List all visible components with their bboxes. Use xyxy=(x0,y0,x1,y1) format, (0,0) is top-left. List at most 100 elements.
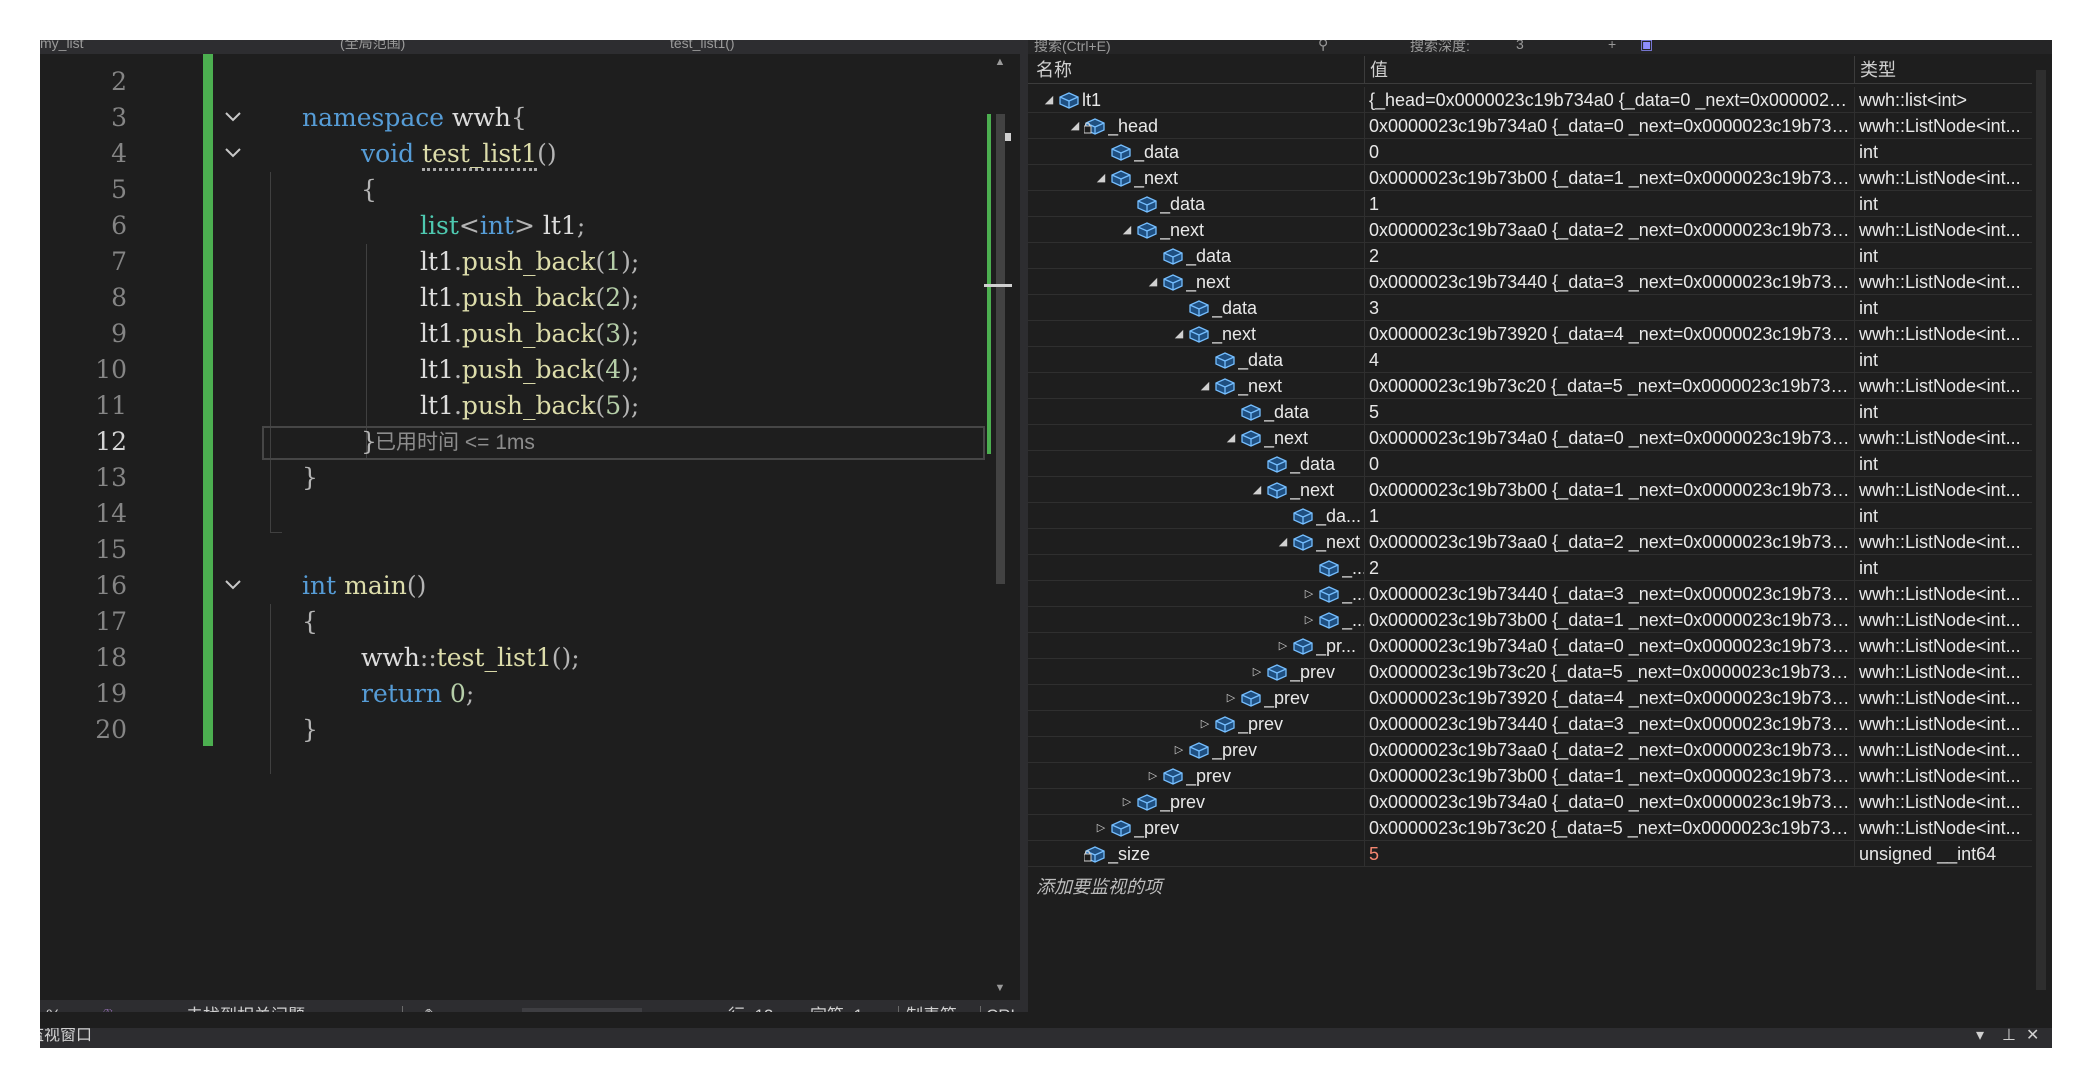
watch-row[interactable]: ◢ lt1 {_head=0x0000023c19b734a0 {_data=0 _… xyxy=(1028,87,2040,113)
bottom-panel-title[interactable]: 监视窗口 xyxy=(40,1028,92,1046)
watch-value-cell[interactable]: 0x0000023c19b73440 {_data=3 _next=0x0000… xyxy=(1364,581,1854,607)
search-depth-dropdown[interactable]: 3 xyxy=(1516,40,1524,52)
watch-scrollbar-thumb[interactable] xyxy=(2036,70,2046,990)
watch-value-cell[interactable]: 0x0000023c19b734a0 {_data=0 _next=0x0000… xyxy=(1364,789,1854,815)
watch-value-cell[interactable]: 2 xyxy=(1364,243,1854,269)
watch-row[interactable]: ◢ _head 0x0000023c19b734a0 {_data=0 _next=… xyxy=(1028,113,2040,139)
column-header-value[interactable]: 值 xyxy=(1370,56,1388,84)
watch-value-cell[interactable]: {_head=0x0000023c19b734a0 {_data=0 _next… xyxy=(1364,87,1854,113)
code-line-3[interactable]: namespace wwh{ xyxy=(302,100,527,136)
scroll-up-icon[interactable]: ▲ xyxy=(994,56,1006,68)
expand-arrow-icon[interactable]: ▷ xyxy=(1224,685,1238,711)
code-line-16[interactable]: int main() xyxy=(302,568,426,604)
watch-row[interactable]: _...2int xyxy=(1028,555,2040,581)
watch-value-cell[interactable]: 1 xyxy=(1364,503,1854,529)
watch-search-input[interactable]: 搜索(Ctrl+E) xyxy=(1034,40,1111,54)
watch-row[interactable]: ▷ _...0x0000023c19b73440 {_data=3 _next=0… xyxy=(1028,581,2040,607)
fold-toggle-namespace[interactable] xyxy=(220,100,246,136)
watch-row[interactable]: _data 1 int xyxy=(1028,191,2040,217)
scrollbar-thumb[interactable] xyxy=(996,114,1005,584)
fold-toggle-test-list1[interactable] xyxy=(220,136,246,172)
expand-arrow-icon[interactable]: ▷ xyxy=(1146,763,1160,789)
scope-dropdown[interactable]: (全局范围) xyxy=(340,40,405,50)
watch-row[interactable]: _data 0 int xyxy=(1028,139,2040,165)
code-line-13[interactable]: } xyxy=(302,460,318,496)
code-line-7[interactable]: lt1.push_back(1); xyxy=(420,244,639,280)
expand-arrow-icon[interactable]: ▷ xyxy=(1250,659,1264,685)
watch-value-cell[interactable]: 3 xyxy=(1364,295,1854,321)
expand-arrow-icon[interactable]: ▷ xyxy=(1198,711,1212,737)
hex-display-icon[interactable]: ▣ xyxy=(1640,40,1653,53)
code-line-6[interactable]: list<int> lt1; xyxy=(420,208,585,244)
code-line-17[interactable]: { xyxy=(302,604,318,640)
watch-value-cell[interactable]: 0x0000023c19b73c20 {_data=5 _next=0x0000… xyxy=(1364,659,1854,685)
watch-value-cell[interactable]: 0 xyxy=(1364,139,1854,165)
char-indicator[interactable]: 字符: 1 xyxy=(810,1000,863,1012)
column-header-type[interactable]: 类型 xyxy=(1860,56,1896,84)
scroll-down-icon[interactable]: ▼ xyxy=(994,982,1006,994)
watch-value-cell[interactable]: 0x0000023c19b73920 {_data=4 _next=0x0000… xyxy=(1364,685,1854,711)
watch-row[interactable]: ◢ _next 0x0000023c19b73440 {_data=3 _next=… xyxy=(1028,269,2040,295)
watch-row[interactable]: ◢ _next 0x0000023c19b73aa0 {_data=2 _next=… xyxy=(1028,217,2040,243)
watch-value-cell[interactable]: 0x0000023c19b73b00 {_data=1 _next=0x0000… xyxy=(1364,477,1854,503)
watch-row[interactable]: ◢ _next 0x0000023c19b73b00 {_data=1 _next=… xyxy=(1028,477,2040,503)
watch-value-cell[interactable]: 0x0000023c19b73b00 {_data=1 _next=0x0000… xyxy=(1364,763,1854,789)
pin-icon[interactable]: ⊥ xyxy=(2002,1028,2016,1046)
collapse-arrow-icon[interactable]: ◢ xyxy=(1172,321,1186,347)
expand-arrow-icon[interactable]: ▷ xyxy=(1120,789,1134,815)
watch-row[interactable]: _data 3 int xyxy=(1028,295,2040,321)
watch-value-cell[interactable]: 4 xyxy=(1364,347,1854,373)
code-line-11[interactable]: lt1.push_back(5); xyxy=(420,388,639,424)
expand-arrow-icon[interactable]: ▷ xyxy=(1172,737,1186,763)
code-line-18[interactable]: wwh::test_list1(); xyxy=(361,640,580,676)
collapse-arrow-icon[interactable]: ◢ xyxy=(1042,87,1056,113)
watch-value-cell[interactable]: 0x0000023c19b734a0 {_data=0 _next=0x0000… xyxy=(1364,633,1854,659)
watch-row[interactable]: ◢ _next 0x0000023c19b73c20 {_data=5 _next=… xyxy=(1028,373,2040,399)
watch-row[interactable]: _data 2 int xyxy=(1028,243,2040,269)
watch-row[interactable]: ◢ _next 0x0000023c19b73920 {_data=4 _next=… xyxy=(1028,321,2040,347)
watch-value-cell[interactable]: 5 xyxy=(1364,841,1854,867)
expand-arrow-icon[interactable]: ▷ xyxy=(1094,815,1108,841)
line-ending-indicator[interactable]: CRLF xyxy=(986,1000,1020,1012)
watch-row[interactable]: ◢ _next 0x0000023c19b73b00 {_data=1 _next=… xyxy=(1028,165,2040,191)
watch-value-cell[interactable]: 0x0000023c19b73440 {_data=3 _next=0x0000… xyxy=(1364,711,1854,737)
add-watch-item-input[interactable]: 添加要监视的项 xyxy=(1036,874,1162,900)
close-icon[interactable]: ✕ xyxy=(2026,1028,2039,1046)
column-resize-handle[interactable] xyxy=(1854,56,1855,84)
watch-row[interactable]: ▷ _prev 0x0000023c19b73c20 {_data=5 _next=… xyxy=(1028,815,2040,841)
watch-value-cell[interactable]: 0x0000023c19b734a0 {_data=0 _next=0x0000… xyxy=(1364,425,1854,451)
zoom-dropdown-icon[interactable]: ▾ xyxy=(84,1000,90,1012)
cleanup-brush-icon[interactable]: ✎▾ xyxy=(424,1000,447,1012)
watch-value-cell[interactable]: 0x0000023c19b73c20 {_data=5 _next=0x0000… xyxy=(1364,815,1854,841)
column-header-name[interactable]: 名称 xyxy=(1036,56,1072,84)
watch-value-cell[interactable]: 0 xyxy=(1364,451,1854,477)
zoom-level[interactable]: % xyxy=(46,1000,61,1012)
watch-value-cell[interactable]: 0x0000023c19b73aa0 {_data=2 _next=0x0000… xyxy=(1364,737,1854,763)
watch-row[interactable]: ◢ _next 0x0000023c19b73aa0 {_data=2 _next=… xyxy=(1028,529,2040,555)
watch-value-cell[interactable]: 0x0000023c19b73920 {_data=4 _next=0x0000… xyxy=(1364,321,1854,347)
watch-row[interactable]: ▷ _prev 0x0000023c19b73b00 {_data=1 _next=… xyxy=(1028,763,2040,789)
panel-splitter[interactable] xyxy=(1020,40,1028,1012)
line-indicator[interactable]: 行: 12 xyxy=(728,1000,773,1012)
watch-value-cell[interactable]: 0x0000023c19b73b00 {_data=1 _next=0x0000… xyxy=(1364,165,1854,191)
watch-row[interactable]: _size 5 unsigned __int64 xyxy=(1028,841,2040,867)
copilot-icon[interactable]: ♲ xyxy=(100,1000,115,1012)
code-line-10[interactable]: lt1.push_back(4); xyxy=(420,352,639,388)
collapse-arrow-icon[interactable]: ◢ xyxy=(1146,269,1160,295)
indent-indicator[interactable]: 制表符 xyxy=(906,1000,957,1012)
watch-value-cell[interactable]: 2 xyxy=(1364,555,1854,581)
collapse-arrow-icon[interactable]: ◢ xyxy=(1250,477,1264,503)
scroll-left-icon[interactable]: ◀ xyxy=(500,1000,509,1012)
watch-row[interactable]: _data 4 int xyxy=(1028,347,2040,373)
watch-value-cell[interactable]: 0x0000023c19b73c20 {_data=5 _next=0x0000… xyxy=(1364,373,1854,399)
watch-value-cell[interactable]: 0x0000023c19b73b00 {_data=1 _next=0x0000… xyxy=(1364,607,1854,633)
collapse-arrow-icon[interactable]: ◢ xyxy=(1224,425,1238,451)
scroll-right-icon[interactable]: ▶ xyxy=(676,1000,685,1012)
column-resize-handle[interactable] xyxy=(1364,56,1365,84)
project-dropdown[interactable]: my_list xyxy=(40,40,84,50)
code-line-19[interactable]: return 0; xyxy=(361,676,474,712)
code-line-9[interactable]: lt1.push_back(3); xyxy=(420,316,639,352)
watch-row[interactable]: ▷ _...0x0000023c19b73b00 {_data=1 _next=0… xyxy=(1028,607,2040,633)
collapse-arrow-icon[interactable]: ◢ xyxy=(1120,217,1134,243)
collapse-arrow-icon[interactable]: ◢ xyxy=(1094,165,1108,191)
